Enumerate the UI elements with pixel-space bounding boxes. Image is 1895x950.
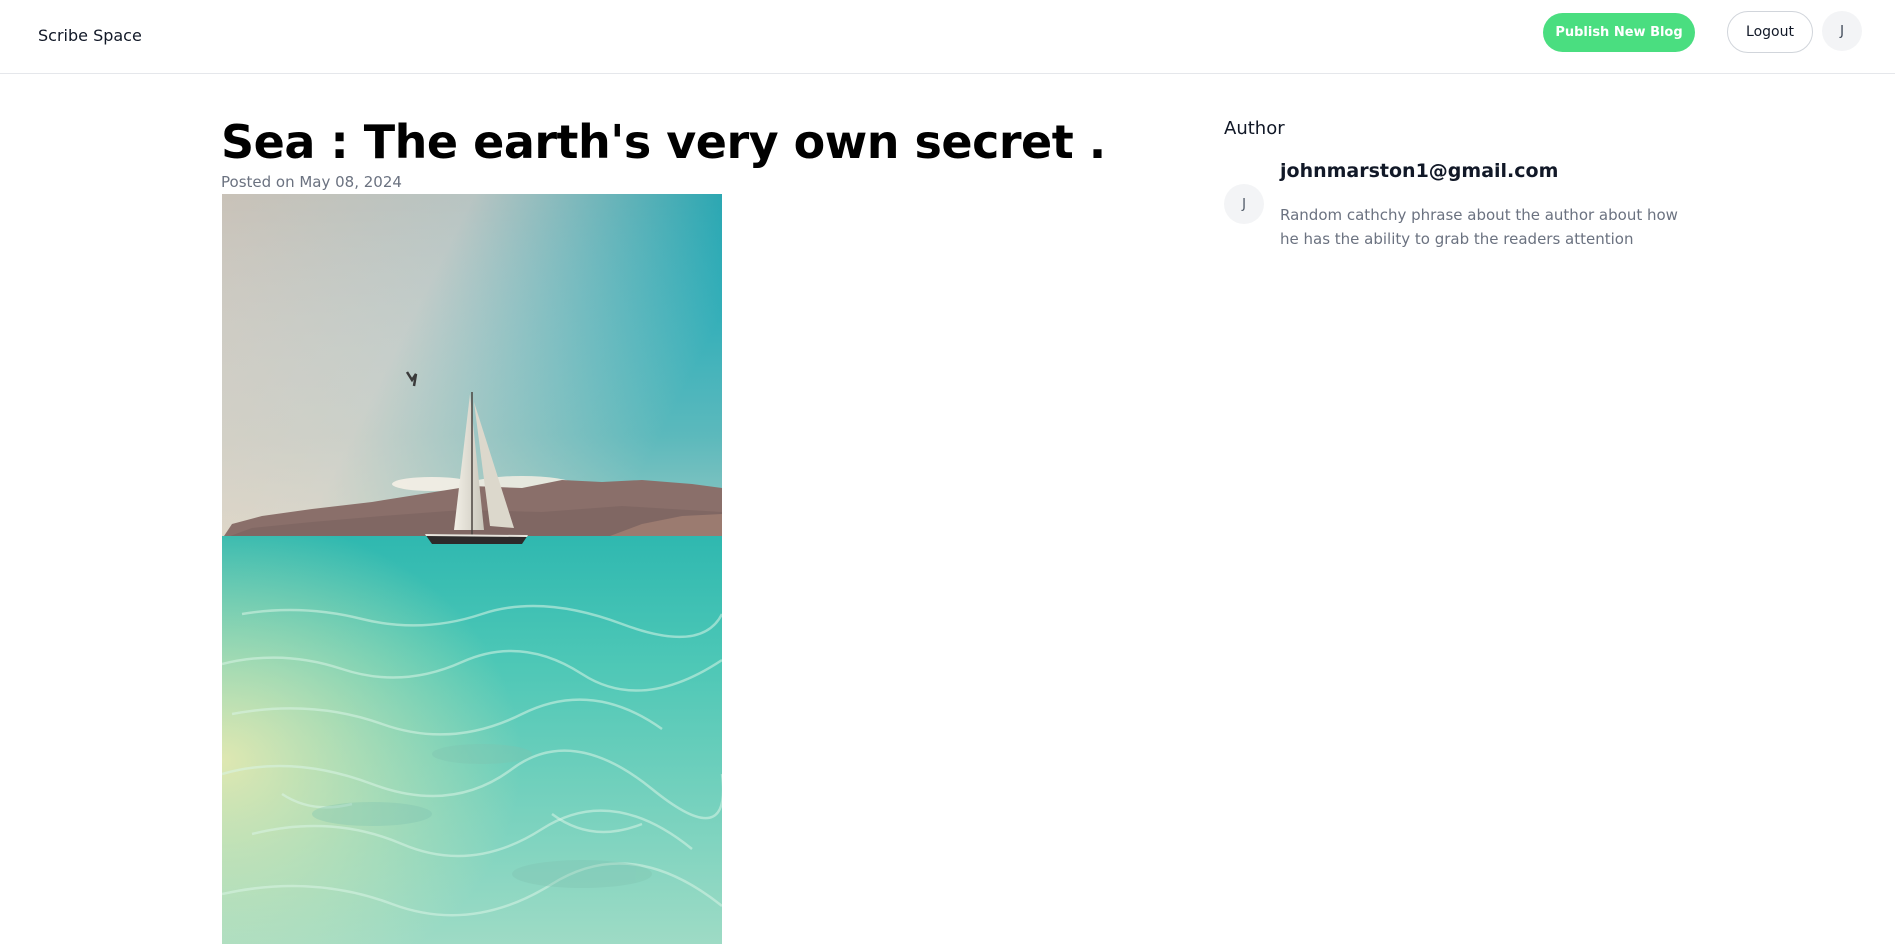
logout-button[interactable]: Logout (1727, 11, 1813, 53)
post-title: Sea : The earth's very own secret . (221, 115, 1106, 169)
author-bio: Random cathchy phrase about the author a… (1280, 206, 1678, 248)
post-cover-image (222, 194, 722, 944)
user-avatar[interactable]: J (1822, 11, 1862, 51)
author-heading: Author (1224, 118, 1285, 139)
top-navbar: Scribe Space Publish New Blog Logout J (0, 0, 1895, 74)
author-email: johnmarston1@gmail.com (1280, 160, 1559, 182)
publish-new-blog-button[interactable]: Publish New Blog (1543, 13, 1695, 52)
author-avatar: J (1224, 184, 1264, 224)
brand-logo-link[interactable]: Scribe Space (38, 26, 142, 45)
post-date: Posted on May 08, 2024 (221, 173, 402, 191)
